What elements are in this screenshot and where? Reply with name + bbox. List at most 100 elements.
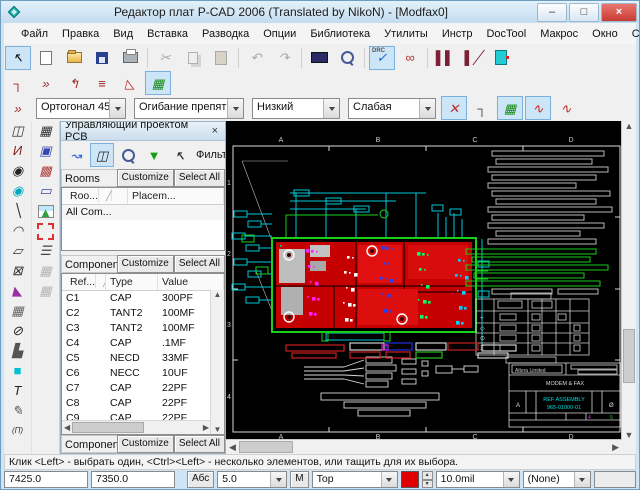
orthogonal-mode-select[interactable]: Ортогонал 45° [36,98,126,119]
table-row[interactable]: C9 CAP 22PF [62,411,211,420]
place-attribute[interactable]: ✎ [6,401,30,421]
cut[interactable]: ✂ [152,46,178,70]
x-coordinate-field[interactable]: 7425.0 [4,471,88,488]
filter-funnel[interactable]: ▼ [142,143,166,167]
canvas-vertical-scrollbar[interactable]: ▲ ▼ [621,121,636,440]
line-width-select[interactable]: 10.0mil [436,471,520,488]
menu-item[interactable]: Утилиты [377,25,435,43]
place-copper-pour[interactable]: ◣ [6,281,30,301]
layer-color-swatch[interactable] [401,471,419,488]
place-text[interactable]: T [6,381,30,401]
place-polygon-plane[interactable]: ■ [6,361,30,381]
components-customize-button[interactable]: Customize [117,255,174,273]
redo[interactable]: ↷ [271,46,297,70]
layer-spinner[interactable]: ▲▼ [422,471,433,488]
close-button[interactable]: × [601,3,637,22]
table-row[interactable]: C5 NECD 33MF [62,351,211,366]
menu-item[interactable]: Справка [625,25,640,43]
via-stacks[interactable]: ▌╱ [460,46,486,70]
x-route[interactable]: ✕ [441,96,467,120]
zoom-window[interactable] [334,46,360,70]
place-cutout[interactable]: ⊠ [6,261,30,281]
menu-item[interactable]: Правка [55,25,106,43]
components-horizontal-scrollbar[interactable]: ◀ ▶ [62,420,211,434]
place-room[interactable]: ▙ [6,341,30,361]
board-outline[interactable] [34,221,58,241]
wire-tool[interactable]: ↝ [64,143,88,167]
route-multitrace[interactable]: ≡ [89,71,115,95]
components-table-header[interactable]: Ref... ╱ Type Value [62,274,224,291]
menu-item[interactable]: Окно [585,25,625,43]
save-file[interactable] [89,46,115,70]
minimize-button[interactable]: – [537,3,567,22]
place-line[interactable]: ╲ [6,201,30,221]
components2-customize-button[interactable]: Customize [117,435,174,453]
design-canvas[interactable]: A B C D A B C D 1 2 3 4 1 2 3 4 [226,121,636,454]
menu-item[interactable]: Опции [256,25,303,43]
maximize-button[interactable]: □ [569,3,599,22]
measure[interactable] [306,46,332,70]
place-component[interactable]: ◫ [6,121,30,141]
pcb-route-view[interactable]: ▦ [497,96,523,120]
table-row[interactable]: C7 CAP 22PF [62,381,211,396]
open-file[interactable] [61,46,87,70]
strength-select[interactable]: Слабая [348,98,436,119]
picture-tool[interactable]: ▲ [34,201,58,221]
route-arc[interactable]: ↰ [61,71,87,95]
pad-array[interactable]: ▭ [34,181,58,201]
select-tool[interactable]: ↖ [5,46,31,70]
table-tool-1[interactable]: ▦ [34,261,58,281]
paste[interactable] [208,46,234,70]
place-pad[interactable]: ◉ [6,161,30,181]
rooms-row[interactable]: All Com... [62,205,224,220]
route-manual[interactable]: ┐ [5,71,31,95]
corner-route[interactable]: ┐ [469,96,495,120]
pad-stacks[interactable]: ▌▌ [432,46,458,70]
menu-item[interactable]: Вид [106,25,140,43]
route-fanout-icon[interactable]: » [5,96,31,120]
priority-select[interactable]: Низкий [252,98,340,119]
table-tool-2[interactable]: ▦ [34,281,58,301]
select-arrow[interactable]: ↖ [168,143,192,167]
undo[interactable]: ↶ [243,46,269,70]
rooms-table-header[interactable]: Roo... ╱ Placem... [62,188,224,205]
menu-item[interactable]: Инстр [435,25,480,43]
net-check[interactable]: ∞ [397,46,423,70]
place-keepout[interactable]: ⊘ [6,321,30,341]
panel-header[interactable]: Управляющий проектом PCB × [61,122,225,141]
abs-mode-button[interactable]: Абс [187,471,214,488]
table-row[interactable]: C4 CAP .1MF [62,336,211,351]
menu-item[interactable]: Библиотека [303,25,377,43]
new-document[interactable] [33,46,59,70]
table-row[interactable]: C6 NECC 10UF [62,366,211,381]
menu-item[interactable]: Макрос [533,25,585,43]
curve-route-b[interactable]: ∿ [553,96,579,120]
exit-layer[interactable] [488,46,514,70]
place-arc[interactable]: ◠ [6,221,30,241]
menu-item[interactable]: Разводка [195,25,256,43]
rooms-customize-button[interactable]: Customize [117,169,174,187]
menu-item[interactable]: Вставка [140,25,195,43]
drc-check[interactable]: DRC✓ [369,46,395,70]
route-miter[interactable]: ◺ [117,71,143,95]
curve-route-a[interactable]: ∿ [525,96,551,120]
pattern-editor[interactable]: ▩ [34,161,58,181]
print[interactable] [117,46,143,70]
grid-table[interactable]: ▦ [34,121,58,141]
zoom-to-selection[interactable] [116,143,140,167]
components-vertical-scrollbar[interactable]: ▲▼ [210,290,224,434]
table-row[interactable]: C8 CAP 22PF [62,396,211,411]
place-polygon[interactable]: ▱ [6,241,30,261]
y-coordinate-field[interactable]: 7350.0 [91,471,175,488]
obstacle-mode-select[interactable]: Огибание препят [134,98,244,119]
table-row[interactable]: C3 TANT2 100MF [62,321,211,336]
canvas-horizontal-scrollbar[interactable]: ◀ ▶ [226,439,622,454]
grid-select[interactable]: 5.0 [217,471,287,488]
table-row[interactable]: C1 CAP 300PF [62,291,211,306]
components-select-all-button[interactable]: Select All [174,255,225,273]
metric-toggle-button[interactable]: M [290,471,308,488]
route-advanced[interactable]: » [33,71,59,95]
component-mode[interactable]: ◫ [90,143,114,167]
rooms-select-all-button[interactable]: Select All [174,169,225,187]
panel-close-icon[interactable]: × [209,125,221,137]
